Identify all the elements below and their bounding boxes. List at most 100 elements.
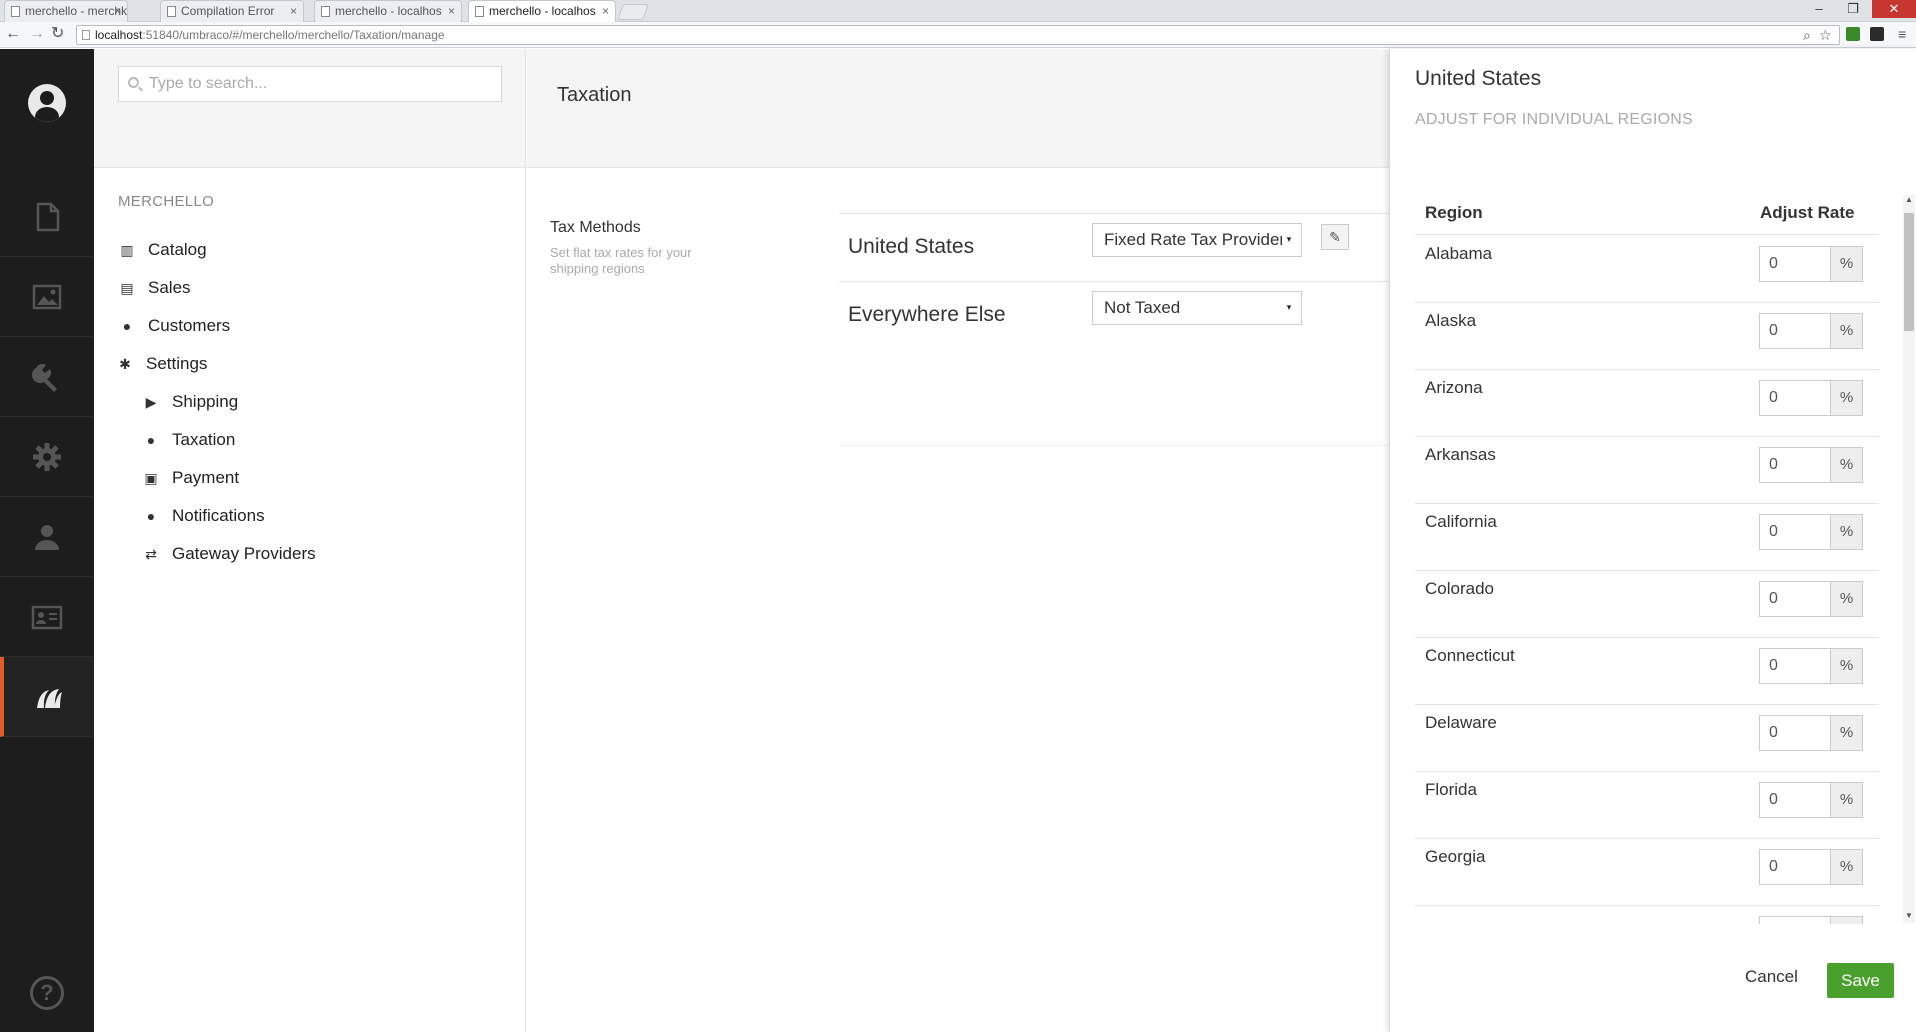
adjust-rate-input[interactable]: 0: [1759, 581, 1831, 617]
tree-node-settings[interactable]: ✱ Settings: [116, 352, 207, 376]
browser-menu-icon[interactable]: ≡: [1898, 26, 1906, 42]
section-media[interactable]: [0, 257, 94, 337]
window-restore-button[interactable]: ❐: [1840, 0, 1866, 18]
search-placeholder: Type to search...: [149, 75, 268, 92]
edit-pencil-button[interactable]: ✎: [1321, 224, 1349, 250]
scroll-down-icon[interactable]: ▼: [1905, 911, 1913, 920]
section-merchello[interactable]: [0, 657, 94, 737]
page-title: Taxation: [557, 84, 632, 106]
section-members[interactable]: [0, 577, 94, 657]
window-minimize-button[interactable]: –: [1806, 0, 1832, 18]
browser-tab-3[interactable]: merchello - localhos ×: [314, 0, 462, 22]
tree-node-catalog[interactable]: ▥ Catalog: [118, 238, 206, 262]
tree-node-label: Customers: [148, 316, 231, 335]
region-adjust-dialog: United States ADJUST FOR INDIVIDUAL REGI…: [1389, 49, 1916, 1032]
tree-node-notifications[interactable]: ● Notifications: [142, 504, 265, 528]
section-users[interactable]: [0, 497, 94, 577]
region-name: Alabama: [1425, 244, 1493, 263]
adjust-rate-input[interactable]: 0: [1759, 246, 1831, 282]
adjust-rate-input[interactable]: 0: [1759, 849, 1831, 885]
new-tab-button[interactable]: [617, 4, 649, 20]
adjust-rate-input[interactable]: 0: [1759, 782, 1831, 818]
reload-icon[interactable]: ↻: [51, 25, 64, 43]
section-content[interactable]: [0, 177, 94, 257]
save-button[interactable]: Save: [1827, 963, 1894, 998]
region-name: Florida: [1425, 780, 1477, 799]
percent-addon: %: [1831, 514, 1863, 550]
tax-provider-select[interactable]: Not Taxed ▾: [1092, 291, 1302, 325]
cancel-button[interactable]: Cancel: [1745, 967, 1798, 987]
tab-close-icon[interactable]: ×: [290, 1, 297, 21]
extension-icon[interactable]: [1846, 27, 1860, 41]
merchello-icon: [37, 688, 62, 708]
percent-addon: [1831, 916, 1863, 924]
tree-root-label[interactable]: MERCHELLO: [118, 193, 214, 210]
bookmark-star-icon[interactable]: ☆: [1819, 27, 1832, 43]
percent-addon: %: [1831, 849, 1863, 885]
dialog-title: United States: [1415, 67, 1542, 90]
page-icon: [475, 6, 484, 17]
column-header-adjust-rate: Adjust Rate: [1760, 203, 1855, 222]
search-input[interactable]: Type to search...: [118, 66, 502, 102]
tree-node-customers[interactable]: ● Customers: [118, 314, 230, 338]
gear-icon: ✱: [119, 356, 131, 372]
tree-node-payment[interactable]: ▣ Payment: [142, 466, 239, 490]
adjust-rate-input[interactable]: 0: [1759, 380, 1831, 416]
section-developer[interactable]: [0, 337, 94, 417]
tab-close-icon[interactable]: ×: [602, 1, 609, 21]
tree-node-label: Payment: [172, 468, 240, 487]
row-divider: [839, 281, 1389, 282]
help-icon[interactable]: ?: [30, 976, 64, 1010]
tree-node-sales[interactable]: ▤ Sales: [118, 276, 190, 300]
tree-node-label: Shipping: [172, 392, 239, 411]
search-icon: [128, 77, 139, 88]
region-name: Alaska: [1425, 311, 1477, 330]
percent-addon: %: [1831, 648, 1863, 684]
page-info-icon[interactable]: [82, 30, 90, 40]
browser-tab-1[interactable]: merchello - merchkit ×: [4, 0, 128, 22]
page-icon: [167, 6, 176, 17]
scroll-up-icon[interactable]: ▲: [1905, 195, 1913, 204]
tree-node-gateway-providers[interactable]: ⇄ Gateway Providers: [142, 542, 316, 566]
adjust-rate-input[interactable]: 0: [1759, 447, 1831, 483]
section-divider: [839, 445, 1389, 446]
region-name: Colorado: [1425, 579, 1494, 598]
tree-node-label: Taxation: [172, 430, 236, 449]
tax-provider-select[interactable]: Fixed Rate Tax Provider ▾: [1092, 223, 1302, 257]
scrollbar-thumb[interactable]: [1904, 213, 1914, 331]
zoom-icon[interactable]: ⌕: [1803, 27, 1811, 43]
table-row: California 0%: [1415, 504, 1879, 571]
url-host: localhost: [95, 28, 143, 42]
column-header-region: Region: [1425, 203, 1483, 222]
adjust-rate-input[interactable]: [1759, 916, 1831, 924]
tab-close-icon[interactable]: ×: [114, 1, 121, 21]
tree-header: Type to search...: [94, 49, 525, 168]
browser-tab-4-active[interactable]: merchello - localhos ×: [468, 0, 616, 22]
umbraco-app: ? Type to search... MERCHELLO ▥ Catalog ▤…: [0, 49, 1916, 1032]
back-icon[interactable]: ←: [5, 25, 21, 43]
window-close-button[interactable]: ✕: [1872, 0, 1916, 18]
main-editor: Taxation Tax Methods Set flat tax rates …: [527, 49, 1389, 1032]
adjust-rate-input[interactable]: 0: [1759, 715, 1831, 751]
select-value: Not Taxed: [1104, 298, 1181, 317]
adjust-rate-input[interactable]: 0: [1759, 648, 1831, 684]
tree-node-shipping[interactable]: ▶ Shipping: [142, 390, 239, 414]
tab-close-icon[interactable]: ×: [448, 1, 455, 21]
tab-label: merchello - localhos: [489, 4, 596, 18]
table-row: Florida 0%: [1415, 772, 1879, 839]
dialog-scrollbar[interactable]: ▲ ▼: [1903, 195, 1915, 923]
adjust-rate-input[interactable]: 0: [1759, 514, 1831, 550]
address-bar[interactable]: localhost:51840/umbraco/#/merchello/merc…: [76, 25, 1840, 45]
section-settings[interactable]: [0, 417, 94, 497]
regions-table: Region Adjust Rate Alabama 0% Alaska 0% Ariz…: [1415, 189, 1879, 924]
piggy-bank-icon: ●: [146, 432, 156, 448]
browser-tab-2[interactable]: Compilation Error ×: [160, 0, 304, 22]
adjust-rate-input[interactable]: 0: [1759, 313, 1831, 349]
tree-node-label: Settings: [146, 354, 208, 373]
tree-node-taxation[interactable]: ● Taxation: [142, 428, 236, 452]
forward-icon[interactable]: →: [29, 25, 45, 43]
region-name: California: [1425, 512, 1497, 531]
user-avatar[interactable]: [28, 84, 66, 122]
extension-icon-2[interactable]: [1870, 27, 1884, 41]
table-row-partial: [1415, 906, 1879, 924]
